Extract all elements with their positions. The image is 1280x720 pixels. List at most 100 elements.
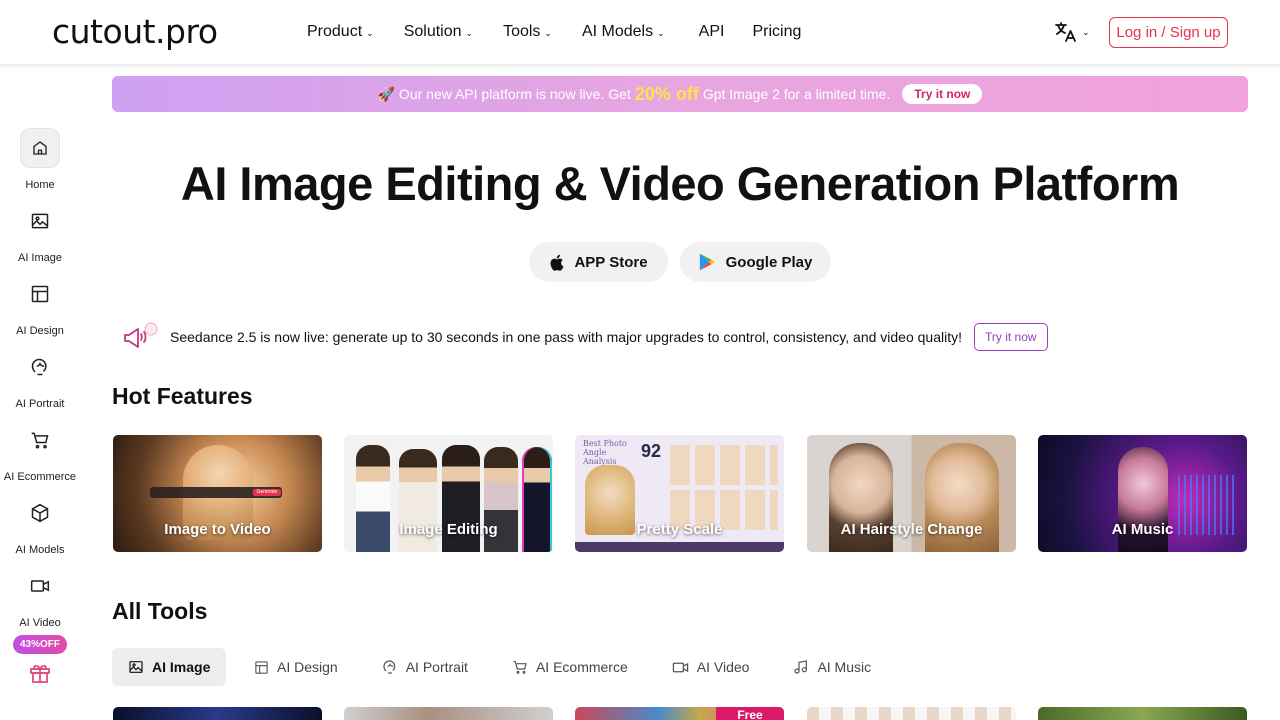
notice-text: Seedance 2.5 is now live: generate up to… [170,329,962,345]
sidebar-item-label: AI Video [19,617,61,629]
sidebar-item-label: Home [25,179,55,191]
left-sidebar: Home AI Image AI Design AI Portrait AI E… [0,64,80,720]
tool-card[interactable] [344,707,553,720]
nav-solution[interactable]: Solution ⌄ [404,23,473,41]
feature-card-image-to-video[interactable]: Generate Image to Video [113,435,322,552]
sidebar-item-ai-design[interactable]: AI Design [0,274,80,337]
google-play-icon [699,253,715,271]
nav-label: Tools [503,23,541,40]
sidebar-item-ai-portrait[interactable]: AI Portrait [0,347,80,410]
sidebar-item-label: AI Image [17,252,63,264]
chevron-down-icon: ⌄ [1082,26,1090,37]
language-switcher[interactable]: ⌄ [1054,20,1090,44]
tab-ai-portrait[interactable]: AI Portrait [366,648,484,686]
tool-card[interactable]: Free [575,707,784,720]
video-icon [20,566,60,606]
google-play-button[interactable]: Google Play [680,242,831,282]
sidebar-item-ai-image[interactable]: AI Image [0,201,80,264]
google-play-label: Google Play [725,253,813,271]
music-icon [794,660,808,674]
card-label: Image to Video [164,521,271,538]
cart-icon [513,661,527,674]
card-label: Pretty Scale [636,521,723,538]
free-badge: Free [716,707,784,720]
card-label: AI Hairstyle Change [840,521,983,538]
nav-label: Solution [403,23,462,40]
nav-api[interactable]: API [699,23,725,41]
feature-card-image-editing[interactable]: Image Editing [344,435,553,552]
gift-icon[interactable] [28,661,52,690]
nav-ai-models[interactable]: AI Models ⌄ [582,23,665,41]
tab-label: AI Video [696,659,750,675]
banner-try-button[interactable]: Try it now [902,84,983,104]
announcement-banner: 🚀 Our new API platform is now live. Get … [112,76,1248,112]
tab-ai-design[interactable]: AI Design [238,648,354,686]
megaphone-icon [124,322,158,348]
banner-highlight: 20% off [634,83,699,104]
tab-label: AI Ecommerce [535,659,628,675]
chevron-down-icon: ⌄ [366,27,374,38]
discount-badge[interactable]: 43%OFF [13,635,67,654]
chevron-down-icon: ⌄ [544,27,552,38]
login-signup-button[interactable]: Log in / Sign up [1109,17,1228,48]
sidebar-item-ai-models[interactable]: AI Models [0,493,80,556]
feature-card-ai-hairstyle-change[interactable]: AI Hairstyle Change [807,435,1016,552]
tool-category-tabs: AI Image AI Design AI Portrait AI Ecomme… [112,648,899,686]
score: 92 [641,441,662,461]
tab-ai-music[interactable]: AI Music [777,648,887,686]
video-icon [672,662,688,672]
home-icon [20,128,60,168]
card-label: AI Music [1111,521,1174,538]
tool-card[interactable] [1038,707,1247,720]
portrait-icon [20,347,60,387]
portrait-icon [383,660,395,674]
nav-label: API [698,23,725,40]
translate-icon [1055,22,1076,42]
generate-chip: Generate [253,489,281,496]
sidebar-item-label: AI Design [16,325,64,337]
tab-ai-image[interactable]: AI Image [112,648,226,686]
nav-label: AI Models [581,23,654,40]
notice-try-button[interactable]: Try it now [974,323,1048,351]
tab-label: AI Design [277,659,338,675]
cart-icon [20,420,60,460]
sidebar-item-home[interactable]: Home [0,128,80,191]
feature-card-pretty-scale[interactable]: Best Photo Angle Analysis 92 Pretty Scal… [575,435,784,552]
sidebar-item-ai-video[interactable]: AI Video [0,566,80,629]
banner-text: Gpt Image 2 for a limited time. [702,86,891,102]
banner-text: 🚀 Our new API platform is now live. Get [377,85,631,102]
tab-ai-video[interactable]: AI Video [656,648,766,686]
chevron-down-icon: ⌄ [465,27,474,38]
sidebar-item-label: AI Ecommerce [3,471,77,483]
layout-icon [20,274,60,314]
nav-label: Pricing [752,23,802,40]
tab-label: AI Image [152,659,211,675]
chevron-down-icon: ⌄ [657,27,665,38]
logo[interactable]: cutout.pro [52,12,218,51]
tab-ai-ecommerce[interactable]: AI Ecommerce [496,648,644,686]
app-store-label: APP Store [574,253,648,271]
sidebar-item-ai-ecommerce[interactable]: AI Ecommerce [0,420,80,483]
page-title: AI Image Editing & Video Generation Plat… [180,157,1180,210]
update-notice: Seedance 2.5 is now live: generate up to… [122,322,1048,352]
nav-tools[interactable]: Tools ⌄ [503,23,552,41]
nav-pricing[interactable]: Pricing [752,23,801,41]
cube-icon [20,493,60,533]
sidebar-item-label: AI Portrait [15,398,65,410]
feature-card-ai-music[interactable]: AI Music [1038,435,1247,552]
layout-icon [255,660,268,674]
hot-features-title: Hot Features [112,383,253,409]
tab-label: AI Portrait [405,659,468,675]
tool-card[interactable] [807,707,1016,720]
tool-card[interactable] [113,707,322,720]
image-icon [129,661,143,673]
card-overlay-text: Best Photo Angle Analysis [583,439,627,466]
sidebar-item-label: AI Models [15,544,65,556]
card-label: Image Editing [399,521,498,538]
all-tools-title: All Tools [112,598,208,624]
app-store-button[interactable]: APP Store [529,242,668,282]
nav-label: Product [307,23,363,40]
main-nav: Product ⌄ Solution ⌄ Tools ⌄ AI Models ⌄ API… [307,0,831,64]
tab-label: AI Music [817,659,872,675]
nav-product[interactable]: Product ⌄ [307,23,374,41]
